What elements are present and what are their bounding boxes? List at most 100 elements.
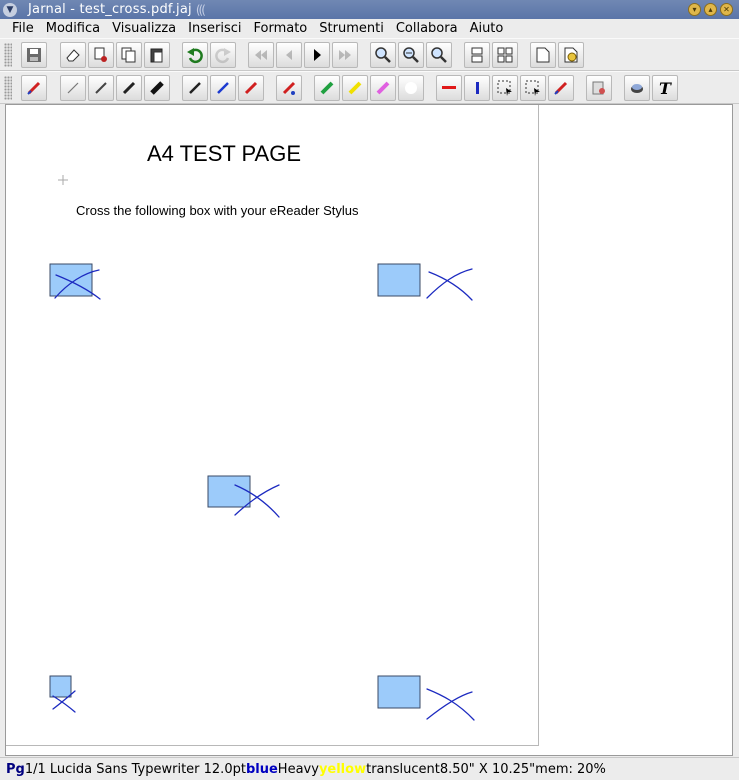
lasso-select-icon <box>525 80 540 96</box>
ink-stroke <box>426 691 473 720</box>
last-page-icon <box>339 50 351 60</box>
pen-black-button[interactable] <box>182 75 208 101</box>
redo-icon <box>215 48 231 64</box>
toolbar-drag-handle-2[interactable] <box>4 76 12 100</box>
pen-blue-icon <box>217 82 229 94</box>
text-tool-button[interactable]: T <box>652 75 678 101</box>
menu-inserisci[interactable]: Inserisci <box>182 21 247 36</box>
previous-page-button[interactable] <box>276 42 302 68</box>
pen-select-button[interactable] <box>548 75 574 101</box>
window-menu-icon[interactable]: ▼ <box>3 2 17 17</box>
pen-heavy-button[interactable] <box>116 75 142 101</box>
open-page-button[interactable] <box>558 42 584 68</box>
pen-fine-button[interactable] <box>60 75 86 101</box>
white-color-button[interactable] <box>398 75 424 101</box>
new-page-button[interactable] <box>530 42 556 68</box>
eraser-icon <box>66 49 80 62</box>
grid-layout-icon <box>497 47 513 63</box>
highlighter-green-icon <box>320 81 334 95</box>
minimize-icon[interactable]: ▾ <box>688 3 701 16</box>
zoom-in-icon <box>375 47 391 63</box>
drawing-layer[interactable] <box>6 105 539 746</box>
highlighter-pink-button[interactable] <box>370 75 396 101</box>
last-page-button[interactable] <box>332 42 358 68</box>
blue-line-button[interactable] <box>464 75 490 101</box>
svg-text:T: T <box>659 79 672 97</box>
page-setup-button[interactable] <box>586 75 612 101</box>
red-line-button[interactable] <box>436 75 462 101</box>
page-setup-icon <box>592 81 605 95</box>
grid-layout-button[interactable] <box>492 42 518 68</box>
menu-aiuto[interactable]: Aiuto <box>464 21 510 36</box>
zoom-out-button[interactable] <box>398 42 424 68</box>
first-page-icon <box>255 50 267 60</box>
pen-multicolor-button[interactable] <box>276 75 302 101</box>
lasso-select-button[interactable] <box>520 75 546 101</box>
status-bar: Pg 1/1 Lucida Sans Typewriter 12.0pt blu… <box>0 757 739 780</box>
stroke-eraser-icon <box>631 84 643 93</box>
menu-collabora[interactable]: Collabora <box>390 21 464 36</box>
next-page-icon <box>314 49 321 61</box>
next-page-button[interactable] <box>304 42 330 68</box>
pen-select-icon <box>554 81 568 95</box>
paste-button[interactable] <box>144 42 170 68</box>
blue-line-icon <box>476 82 479 94</box>
pen-fat-button[interactable] <box>144 75 170 101</box>
target-box-top-right[interactable] <box>377 263 421 297</box>
single-page-layout-icon <box>471 47 483 63</box>
menu-strumenti[interactable]: Strumenti <box>313 21 390 36</box>
first-page-button[interactable] <box>248 42 274 68</box>
pen-red-icon-2 <box>244 81 258 95</box>
single-page-layout-button[interactable] <box>464 42 490 68</box>
highlighter-yellow-icon <box>348 81 362 95</box>
pen-red-button-2[interactable] <box>238 75 264 101</box>
highlighter-green-button[interactable] <box>314 75 340 101</box>
pen-black-icon <box>189 82 201 94</box>
status-size: 8.50" X 10.25" <box>439 761 536 777</box>
toolbar-drag-handle[interactable] <box>4 43 12 67</box>
page[interactable]: A4 TEST PAGE Cross the following box wit… <box>6 105 539 746</box>
pen-blue-button[interactable] <box>210 75 236 101</box>
zoom-fit-button[interactable] <box>426 42 452 68</box>
rectangle-select-button[interactable] <box>492 75 518 101</box>
eraser-button[interactable] <box>60 42 86 68</box>
save-button[interactable] <box>21 42 47 68</box>
highlighter-pink-icon <box>376 81 390 95</box>
undo-button[interactable] <box>182 42 208 68</box>
pen-red-button[interactable] <box>21 75 47 101</box>
undo-icon <box>187 48 203 64</box>
zoom-in-button[interactable] <box>370 42 396 68</box>
target-box-top-left[interactable] <box>49 263 93 297</box>
target-box-center[interactable] <box>207 475 251 508</box>
paste-icon <box>150 48 163 63</box>
open-page-icon <box>564 47 578 63</box>
pen-medium-button[interactable] <box>88 75 114 101</box>
status-page-label: Pg <box>6 761 25 777</box>
save-icon <box>27 48 41 62</box>
menu-formato[interactable]: Formato <box>248 21 314 36</box>
text-tool-icon: T <box>659 79 672 97</box>
white-color-icon <box>405 82 417 94</box>
stroke-eraser-button[interactable] <box>624 75 650 101</box>
main-toolbar <box>0 38 739 71</box>
ink-stroke <box>428 271 473 301</box>
close-icon[interactable]: ✕ <box>720 3 733 16</box>
rectangle-select-icon <box>497 80 512 96</box>
menu-visualizza[interactable]: Visualizza <box>106 21 182 36</box>
target-box-bottom-left[interactable] <box>49 675 72 698</box>
title-bar: ▼ Jarnal - test_cross.pdf.jaj ((( ▾ ▴ ✕ <box>0 0 739 19</box>
maximize-icon[interactable]: ▴ <box>704 3 717 16</box>
redo-button[interactable] <box>210 42 236 68</box>
pen-toolbar: T <box>0 71 739 104</box>
copy-button[interactable] <box>116 42 142 68</box>
target-box-bottom-right[interactable] <box>377 675 421 709</box>
cut-button[interactable] <box>88 42 114 68</box>
menu-file[interactable]: File <box>6 21 40 36</box>
menu-bar: File Modifica Visualizza Inserisci Forma… <box>0 19 739 38</box>
ink-stroke <box>52 695 76 713</box>
highlighter-yellow-button[interactable] <box>342 75 368 101</box>
document-canvas[interactable]: A4 TEST PAGE Cross the following box wit… <box>5 104 733 756</box>
menu-modifica[interactable]: Modifica <box>40 21 106 36</box>
status-mem: mem: 20% <box>535 761 606 777</box>
pen-multicolor-icon <box>282 81 296 95</box>
